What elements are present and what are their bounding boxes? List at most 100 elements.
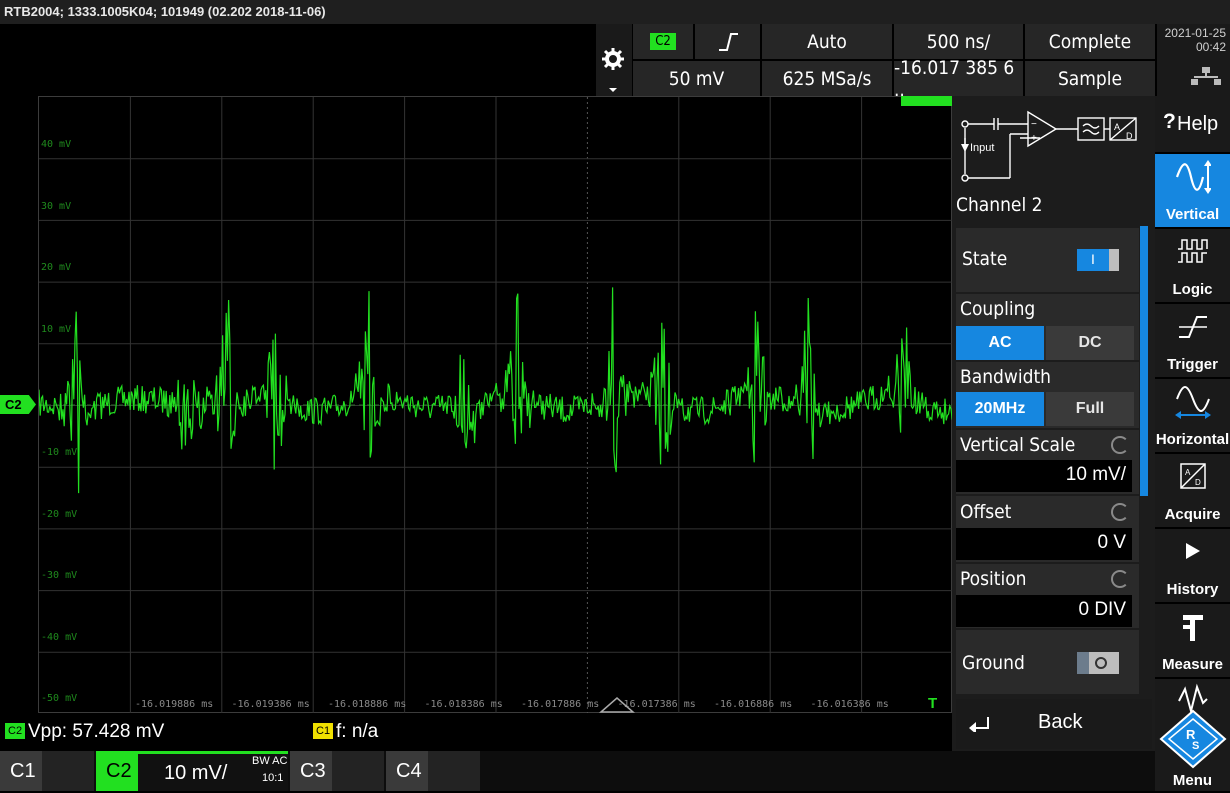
vertical-scale-row[interactable]: Vertical Scale 10 mV/ — [956, 430, 1139, 494]
menu-horizontal-label: Horizontal — [1155, 431, 1230, 448]
x-axis-label: -16.019386 ms — [232, 699, 310, 710]
measurement-bar: C2 Vpp: 57.428 mV C1 f: n/a — [0, 713, 952, 751]
sample-rate: 625 MSa/s — [762, 61, 892, 96]
channel-bar: C1 C2 10 mV/ BW AC 10:1 C3 C4 — [0, 751, 1155, 791]
trigger-icon — [1179, 316, 1207, 338]
help-button[interactable]: ? Help — [1155, 96, 1230, 154]
acquisition-state[interactable]: Complete — [1025, 24, 1155, 59]
menu-acquire[interactable]: A D Acquire — [1155, 454, 1230, 529]
y-axis-label: 40 mV — [41, 139, 71, 150]
channel2-label: C2 — [106, 759, 132, 782]
svg-text:+: + — [1031, 133, 1037, 144]
acquire-icon: A D — [1180, 463, 1206, 489]
menu-history[interactable]: History — [1155, 529, 1230, 604]
trigger-mode[interactable]: Auto — [762, 24, 892, 59]
back-arrow-icon — [969, 717, 989, 732]
offset-row[interactable]: Offset 0 V — [956, 496, 1139, 562]
y-axis-label: -10 mV — [41, 447, 77, 458]
channel2-tab[interactable]: C2 10 mV/ BW AC 10:1 — [96, 751, 288, 791]
trigger-marker[interactable]: T — [928, 695, 937, 712]
offset-label: Offset — [960, 501, 1012, 523]
channel-settings-panel: Input − + A D Channel 2 State I Coupling… — [952, 96, 1155, 751]
y-axis-label: -40 mV — [41, 632, 77, 643]
svg-text:S: S — [1192, 740, 1199, 752]
input-label: Input — [970, 142, 994, 154]
channel2-offset-marker[interactable]: C2 — [0, 395, 36, 414]
channel2-probe: 10:1 — [262, 772, 284, 784]
x-axis-label: -16.019886 ms — [135, 699, 213, 710]
svg-text:−: − — [1031, 119, 1037, 130]
ground-label: Ground — [962, 652, 1025, 674]
svg-text:A: A — [1114, 122, 1120, 132]
offset-value[interactable]: 0 V — [956, 528, 1132, 560]
coupling-row: Coupling AC DC — [956, 294, 1139, 360]
menu-logic[interactable]: Logic — [1155, 229, 1230, 304]
channel3-label: C3 — [300, 759, 326, 782]
timebase[interactable]: 500 ns/ — [894, 24, 1023, 59]
coupling-label: Coupling — [960, 298, 1036, 320]
y-axis-label: 10 mV — [41, 324, 71, 335]
position-value[interactable]: 0 DIV — [956, 595, 1132, 627]
acquisition-mode[interactable]: Sample — [1025, 61, 1155, 96]
y-axis-label: -50 mV — [41, 693, 77, 704]
menu-vertical[interactable]: Vertical — [1155, 154, 1230, 229]
menu-logic-label: Logic — [1172, 281, 1213, 298]
coupling-ac-button[interactable]: AC — [956, 326, 1044, 360]
trigger-position-marker-top[interactable] — [901, 96, 953, 106]
help-label: Help — [1177, 113, 1219, 135]
menu-measure[interactable]: Measure — [1155, 604, 1230, 679]
sine-arrow-icon — [1175, 160, 1211, 194]
horizontal-position[interactable]: -16.017 385 6 .. — [894, 57, 1023, 101]
menu-acquire-label: Acquire — [1164, 506, 1221, 523]
bandwidth-20mhz-button[interactable]: 20MHz — [956, 392, 1044, 426]
reset-icon[interactable] — [1111, 436, 1129, 454]
trigger-source[interactable]: C2 — [633, 24, 693, 59]
network-icon — [1191, 67, 1221, 85]
channel-badge: C2 — [650, 33, 676, 50]
waveform-display[interactable]: 40 mV 30 mV 20 mV 10 mV -10 mV -20 mV -30 mV -4… — [38, 96, 953, 714]
position-label: Position — [960, 568, 1027, 590]
main-menu-bar: ? Help Vertical Logic Trigger Horizontal — [1155, 96, 1230, 793]
channel1-tab[interactable]: C1 — [0, 751, 94, 791]
back-button[interactable]: Back — [956, 699, 1152, 749]
menu-vertical-label: Vertical — [1165, 206, 1220, 223]
bandwidth-full-button[interactable]: Full — [1046, 392, 1134, 426]
time: 00:42 — [1195, 40, 1226, 54]
svg-text:D: D — [1195, 478, 1201, 487]
measurement1-value[interactable]: Vpp: 57.428 mV — [28, 721, 164, 743]
state-row[interactable]: State I — [956, 228, 1139, 292]
channel4-tab[interactable]: C4 — [386, 751, 480, 791]
play-icon — [1186, 543, 1200, 559]
vertical-scale-value[interactable]: 10 mV/ — [956, 460, 1132, 492]
ground-row[interactable]: Ground — [956, 630, 1139, 694]
question-icon: ? — [1163, 110, 1176, 133]
menu-history-label: History — [1166, 581, 1219, 598]
menu-trigger[interactable]: Trigger — [1155, 304, 1230, 379]
coupling-dc-button[interactable]: DC — [1046, 326, 1134, 360]
x-axis-label: -16.017886 ms — [521, 699, 599, 710]
settings-button[interactable] — [596, 24, 632, 96]
x-axis-label: -16.018886 ms — [328, 699, 406, 710]
caliper-icon — [1183, 615, 1203, 641]
date: 2021-01-25 — [1164, 26, 1226, 40]
trigger-slope[interactable] — [695, 24, 760, 59]
menu-trigger-label: Trigger — [1167, 356, 1218, 373]
panel-scrollbar[interactable] — [1140, 226, 1148, 496]
state-label: State — [962, 248, 1008, 270]
reset-icon[interactable] — [1111, 503, 1129, 521]
menu-button[interactable]: R S Menu — [1155, 679, 1230, 793]
channel3-tab[interactable]: C3 — [290, 751, 384, 791]
position-row[interactable]: Position 0 DIV — [956, 564, 1139, 628]
reset-icon[interactable] — [1111, 570, 1129, 588]
menu-horizontal[interactable]: Horizontal — [1155, 379, 1230, 454]
state-toggle[interactable]: I — [1077, 249, 1119, 271]
y-axis-label: 20 mV — [41, 262, 71, 273]
y-axis-label: -30 mV — [41, 570, 77, 581]
channel2-scale: 10 mV/ — [164, 762, 228, 784]
trigger-level[interactable]: 50 mV — [633, 61, 760, 96]
ground-toggle[interactable] — [1077, 652, 1119, 674]
svg-text:A: A — [1185, 468, 1191, 477]
trigger-time-marker[interactable] — [599, 697, 635, 713]
menu-measure-label: Measure — [1162, 656, 1223, 673]
measurement2-value[interactable]: f: n/a — [336, 721, 378, 743]
